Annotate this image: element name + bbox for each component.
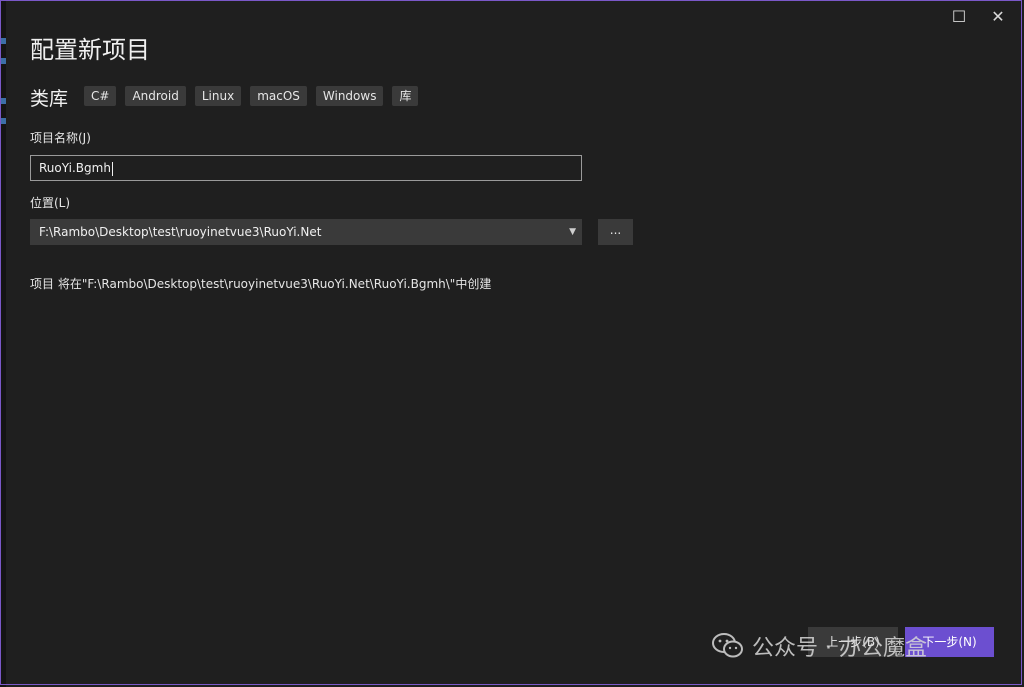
tag: 库 (392, 86, 419, 106)
tag: Windows (315, 86, 384, 106)
template-name: 类库 (30, 88, 69, 110)
location-select[interactable]: F:\Rambo\Desktop\test\ruoyinetvue3\RuoYi… (30, 219, 582, 245)
project-name-input[interactable]: RuoYi.Bgmh (30, 155, 582, 181)
close-icon[interactable]: ✕ (986, 6, 1010, 26)
next-button[interactable]: 下一步(N) (905, 627, 994, 657)
project-name-label: 项目名称(J) (30, 131, 91, 145)
page-title: 配置新项目 (30, 36, 150, 64)
location-label: 位置(L) (30, 196, 71, 210)
tag: macOS (250, 86, 307, 106)
browse-button[interactable]: ... (598, 219, 633, 245)
dropdown-arrow-icon: ▼ (569, 227, 576, 237)
location-value: F:\Rambo\Desktop\test\ruoyinetvue3\RuoYi… (39, 225, 322, 239)
text-caret (111, 161, 113, 176)
project-name-value: RuoYi.Bgmh (39, 161, 111, 175)
tag: Android (125, 86, 186, 106)
maximize-icon[interactable]: ☐ (947, 6, 971, 26)
tag: C# (84, 86, 117, 106)
template-tags: C# Android Linux macOS Windows 库 (84, 86, 419, 106)
creation-path-info: 项目 将在"F:\Rambo\Desktop\test\ruoyinetvue3… (30, 277, 492, 291)
tag: Linux (194, 86, 242, 106)
back-button[interactable]: 上一步(B) (808, 627, 898, 657)
